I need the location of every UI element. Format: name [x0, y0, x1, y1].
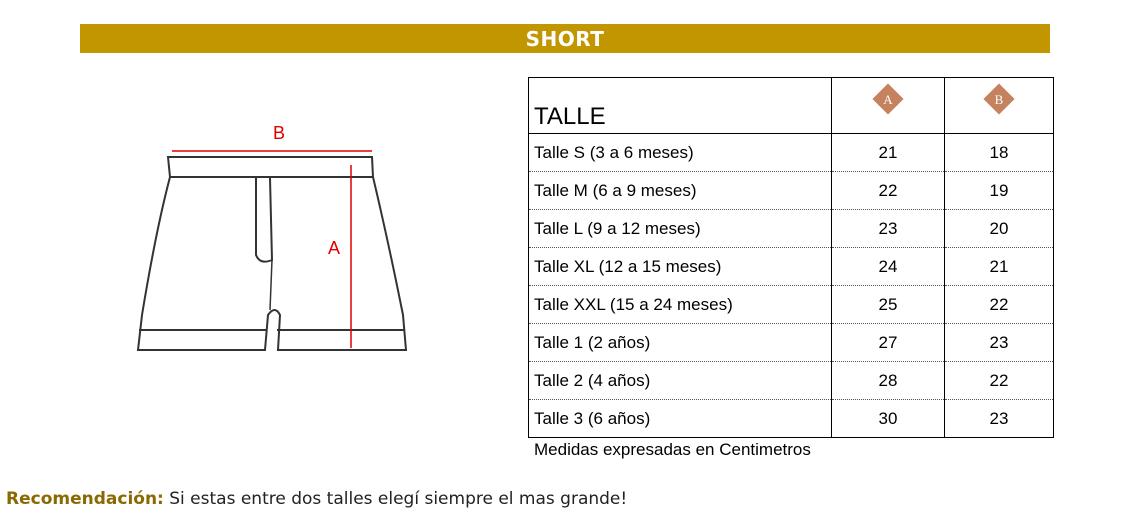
- row-value-a: 22: [831, 171, 945, 210]
- row-value-b: 23: [944, 399, 1054, 438]
- col-a-label: A: [883, 92, 893, 107]
- table-header-row: TALLE A B: [528, 77, 1054, 134]
- row-label: Talle XXL (15 a 24 meses): [528, 285, 832, 324]
- col-b-label: B: [994, 92, 1004, 107]
- row-label: Talle 1 (2 años): [528, 323, 832, 362]
- row-value-a: 30: [831, 399, 945, 438]
- row-value-b: 18: [944, 133, 1054, 172]
- units-note: Medidas expresadas en Centimetros: [534, 440, 811, 459]
- row-label: Talle S (3 a 6 meses): [528, 133, 832, 172]
- row-value-b: 22: [944, 285, 1054, 324]
- recommendation-text: Si estas entre dos talles elegí siempre …: [163, 489, 628, 509]
- size-table: TALLE A B Talle S (3 a 6 meses) 21 18 Ta…: [528, 77, 1054, 438]
- recommendation-label: Recomendación:: [6, 489, 164, 509]
- table-row: Talle XL (12 a 15 meses) 24 21: [528, 247, 1054, 286]
- row-value-a: 27: [831, 323, 945, 362]
- table-row: Talle 3 (6 años) 30 23: [528, 399, 1054, 438]
- row-value-a: 23: [831, 209, 945, 248]
- row-value-b: 19: [944, 171, 1054, 210]
- row-label: Talle 2 (4 años): [528, 361, 832, 400]
- talle-header: TALLE: [528, 77, 832, 134]
- page-title: SHORT: [525, 26, 605, 51]
- table-row: Talle M (6 a 9 meses) 22 19: [528, 171, 1054, 210]
- col-a-header: A: [831, 77, 945, 134]
- table-row: Talle 2 (4 años) 28 22: [528, 361, 1054, 400]
- row-value-b: 22: [944, 361, 1054, 400]
- shorts-diagram: B A: [120, 110, 430, 370]
- row-value-a: 24: [831, 247, 945, 286]
- row-value-a: 21: [831, 133, 945, 172]
- table-row: Talle L (9 a 12 meses) 23 20: [528, 209, 1054, 248]
- table-row: Talle 1 (2 años) 27 23: [528, 323, 1054, 362]
- row-label: Talle 3 (6 años): [528, 399, 832, 438]
- row-label: Talle L (9 a 12 meses): [528, 209, 832, 248]
- measure-a-label: A: [328, 238, 340, 258]
- table-row: Talle S (3 a 6 meses) 21 18: [528, 133, 1054, 172]
- row-value-b: 21: [944, 247, 1054, 286]
- row-label: Talle M (6 a 9 meses): [528, 171, 832, 210]
- row-value-a: 25: [831, 285, 945, 324]
- col-b-header: B: [944, 77, 1054, 134]
- row-value-a: 28: [831, 361, 945, 400]
- shorts-illustration: B A: [136, 123, 408, 351]
- row-value-b: 20: [944, 209, 1054, 248]
- row-value-b: 23: [944, 323, 1054, 362]
- row-label: Talle XL (12 a 15 meses): [528, 247, 832, 286]
- recommendation: Recomendación: Si estas entre dos talles…: [6, 489, 627, 509]
- measure-b-label: B: [273, 123, 285, 143]
- title-banner: SHORT: [80, 24, 1050, 53]
- table-row: Talle XXL (15 a 24 meses) 25 22: [528, 285, 1054, 324]
